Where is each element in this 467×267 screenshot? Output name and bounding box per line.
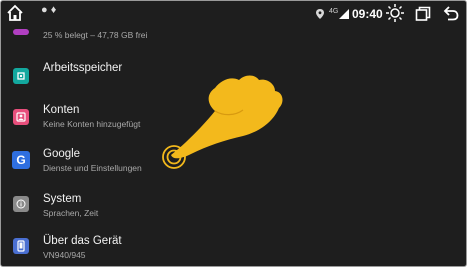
accounts-icon — [13, 109, 29, 125]
settings-item-storage[interactable]: 25 % belegt – 47,78 GB frei — [1, 27, 466, 47]
settings-item-subtitle: Dienste und Einstellungen — [43, 163, 142, 173]
settings-item-title: Arbeitsspeicher — [43, 62, 123, 74]
settings-item-subtitle: Sprachen, Zeit — [43, 208, 99, 218]
settings-item-title: Über das Gerät — [43, 235, 122, 247]
device-screen: ● ♦ 4G 09:40 25 % belegt – 47,78 GB frei… — [0, 0, 467, 267]
phone-icon — [13, 238, 29, 254]
hand-shape — [171, 75, 283, 159]
settings-item-subtitle: Keine Konten hinzugefügt — [43, 119, 141, 129]
recents-icon[interactable] — [415, 6, 431, 22]
storage-icon — [13, 29, 29, 35]
back-icon[interactable] — [443, 5, 459, 21]
brightness-icon[interactable] — [385, 3, 405, 23]
network-type: 4G — [329, 8, 339, 15]
notification-dots-icon: ● ♦ — [41, 4, 57, 16]
settings-item-title: Google — [43, 148, 81, 160]
google-icon: G — [12, 151, 30, 169]
status-bar: ● ♦ 4G 09:40 — [1, 1, 466, 27]
clock-time: 09:40 — [352, 7, 383, 21]
settings-item-title: Konten — [43, 104, 80, 116]
memory-icon — [13, 68, 29, 84]
info-icon — [13, 196, 29, 212]
pointing-hand-icon — [162, 75, 283, 169]
settings-item-subtitle: VN940/945 — [43, 250, 86, 260]
location-icon — [316, 9, 324, 19]
storage-subtitle: 25 % belegt – 47,78 GB frei — [43, 30, 148, 40]
home-icon[interactable] — [6, 4, 24, 22]
settings-item-title: System — [43, 193, 82, 205]
settings-item-system[interactable]: System Sprachen, Zeit — [1, 189, 466, 229]
signal-icon — [339, 9, 349, 19]
settings-item-about[interactable]: Über das Gerät VN940/945 — [1, 233, 466, 266]
